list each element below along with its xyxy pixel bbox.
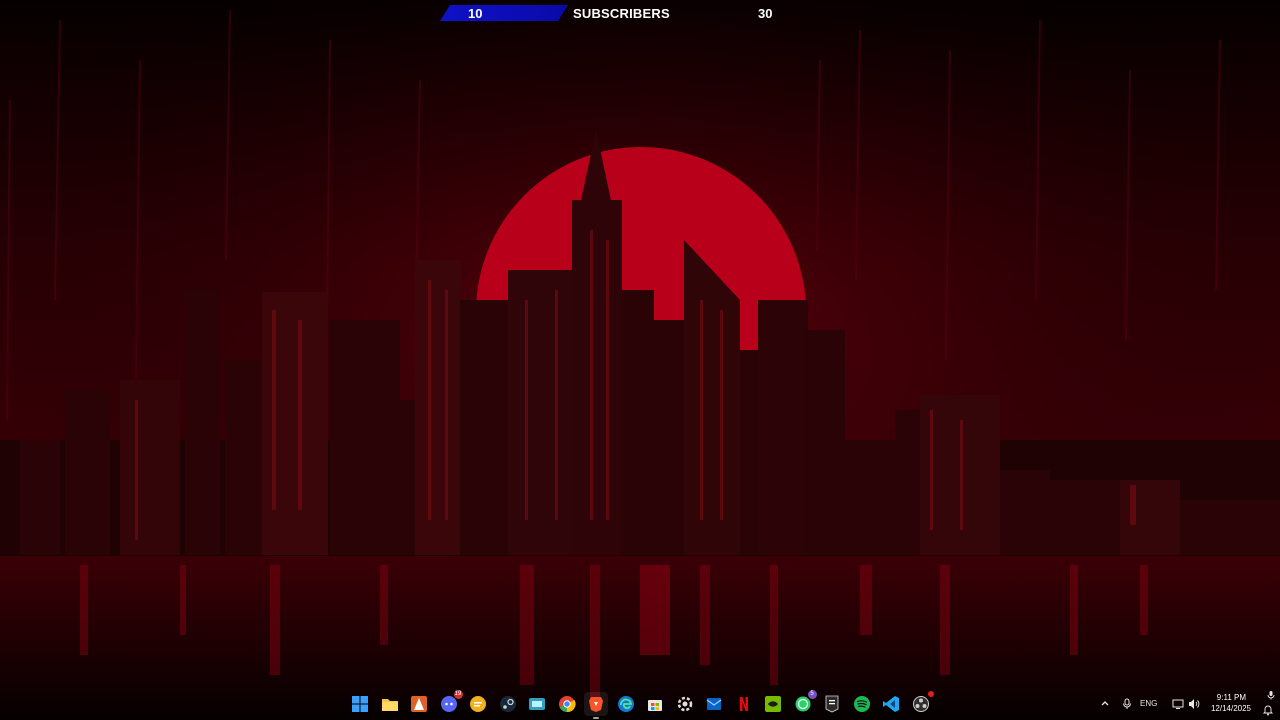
settings-gear-icon	[677, 696, 692, 712]
outlook-icon	[706, 698, 722, 710]
nvidia-icon	[765, 696, 781, 712]
obs-icon	[912, 696, 929, 712]
taskbar-app-discord[interactable]: 19	[437, 690, 463, 716]
start-button[interactable]	[348, 692, 372, 716]
taskbar-app-settings[interactable]	[673, 692, 697, 716]
taskbar-app-netflix[interactable]	[732, 692, 756, 716]
microphone-icon	[1123, 698, 1131, 709]
chat-bubble-icon	[470, 696, 486, 712]
brave-icon	[589, 697, 603, 712]
subscriber-goal-count: 30	[758, 6, 773, 21]
taskbar-app-chat[interactable]	[466, 692, 490, 716]
active-indicator	[593, 717, 599, 719]
subscriber-current-count: 10	[468, 6, 483, 21]
chrome-icon	[558, 696, 576, 713]
speaker-icon	[1189, 699, 1200, 709]
taskbar-app-outlook[interactable]	[702, 692, 726, 716]
obs-recording-dot	[927, 691, 934, 697]
taskbar-app-whatsapp[interactable]: 5	[791, 690, 817, 716]
network-tray-button[interactable]	[1172, 698, 1184, 712]
taskbar-apps: 19 5	[348, 688, 934, 720]
system-tray: ENG 9:11 PM 12/14/2025	[1080, 688, 1280, 720]
taskbar-app-affinity[interactable]	[407, 692, 431, 716]
taskbar-app-epic-games[interactable]	[820, 692, 844, 716]
desktop-wallpaper	[0, 0, 1280, 720]
taskbar-app-edge[interactable]	[614, 692, 638, 716]
taskbar-app-steam[interactable]	[496, 692, 520, 716]
windows-start-icon	[352, 696, 368, 712]
city-skyline-wallpaper	[0, 0, 1280, 720]
microsoft-store-icon	[648, 700, 662, 711]
mic-active-icon	[1267, 691, 1275, 700]
game-launcher-icon	[529, 698, 545, 710]
taskbar-app-chrome[interactable]	[555, 692, 579, 716]
whatsapp-badge: 5	[807, 690, 817, 699]
taskbar-app-spotify[interactable]	[850, 692, 874, 716]
discord-badge: 19	[453, 690, 463, 699]
netflix-icon	[739, 697, 748, 711]
subscriber-label: SUBSCRIBERS	[573, 6, 670, 21]
file-explorer-icon	[381, 699, 398, 711]
language-indicator[interactable]: ENG	[1140, 699, 1157, 708]
affinity-icon	[411, 696, 427, 712]
taskbar-app-file-explorer[interactable]	[378, 692, 402, 716]
taskbar: 19 5 ENG 9:11 PM 12/14/2025	[0, 688, 1280, 720]
clock-time: 9:11 PM	[1216, 693, 1246, 702]
epic-games-icon	[825, 695, 839, 713]
subscriber-goal-widget: 10 SUBSCRIBERS 30	[440, 3, 780, 23]
clock-date: 12/14/2025	[1210, 704, 1251, 713]
spotify-icon	[853, 696, 870, 712]
notifications-button[interactable]	[1262, 704, 1274, 718]
vscode-icon	[883, 696, 899, 712]
taskbar-app-obs[interactable]	[909, 691, 934, 716]
edge-icon	[617, 696, 634, 712]
show-hidden-icons-chevron[interactable]	[1100, 698, 1110, 710]
notification-bell-icon	[1262, 705, 1274, 716]
chevron-up-icon	[1101, 701, 1109, 706]
microphone-status-indicator	[1266, 690, 1276, 702]
volume-tray-button[interactable]	[1188, 698, 1200, 712]
microphone-tray-button[interactable]	[1122, 698, 1132, 712]
taskbar-app-nvidia[interactable]	[761, 692, 785, 716]
steam-icon	[499, 696, 516, 712]
subscriber-progress-bar	[440, 5, 568, 21]
taskbar-app-game-launcher[interactable]	[525, 692, 549, 716]
network-icon	[1172, 699, 1184, 709]
taskbar-app-vscode[interactable]	[879, 692, 903, 716]
taskbar-app-microsoft-store[interactable]	[643, 692, 667, 716]
taskbar-app-brave[interactable]	[584, 692, 608, 719]
